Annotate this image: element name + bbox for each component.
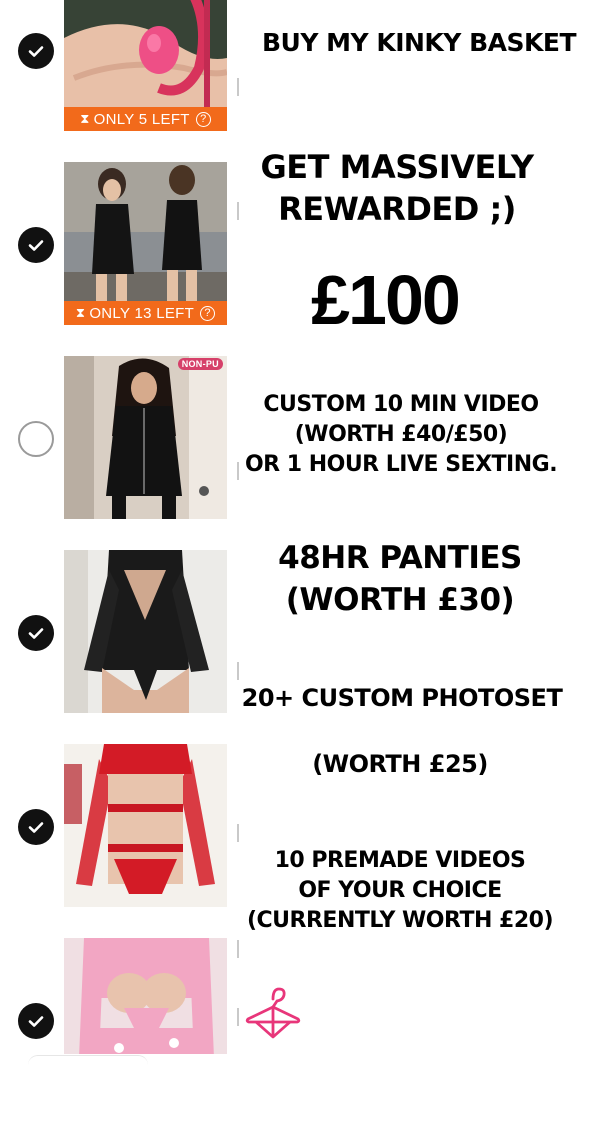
item-checkbox-unchecked[interactable] bbox=[18, 421, 54, 457]
reward-heading: GET MASSIVELY REWARDED ;) bbox=[232, 146, 562, 230]
premade-videos-text: 10 PREMADE VIDEOS OF YOUR CHOICE (CURREN… bbox=[230, 846, 570, 936]
help-icon[interactable]: ? bbox=[200, 305, 216, 321]
item-checkbox-checked[interactable] bbox=[18, 1003, 54, 1039]
item-image[interactable]: ⧗ ONLY 13 LEFT ? bbox=[64, 162, 227, 325]
item-checkbox-checked[interactable] bbox=[18, 227, 54, 263]
overlay-title: BUY MY KINKY BASKET bbox=[261, 28, 577, 57]
black-lace-bodysuit-photo bbox=[64, 550, 227, 713]
custom-video-text: CUSTOM 10 MIN VIDEO (WORTH £40/£50) OR 1… bbox=[234, 390, 568, 480]
item-checkbox-checked[interactable] bbox=[18, 809, 54, 845]
divider bbox=[237, 940, 239, 958]
item-image[interactable]: ⧗ ONLY 5 LEFT ? bbox=[64, 0, 227, 131]
stock-label: ONLY 5 LEFT bbox=[93, 110, 190, 128]
stock-badge: ⧗ ONLY 5 LEFT ? bbox=[64, 107, 227, 131]
premade-line: OF YOUR CHOICE bbox=[298, 878, 502, 903]
hourglass-icon: ⧗ bbox=[75, 305, 86, 320]
item-image[interactable] bbox=[64, 744, 227, 907]
checkmark-icon bbox=[28, 1016, 44, 1027]
basket-item-1[interactable]: ⧗ ONLY 5 LEFT ? bbox=[0, 0, 600, 162]
photoset-text: 20+ CUSTOM PHOTOSET bbox=[241, 684, 563, 712]
price-text: £100 bbox=[311, 261, 461, 339]
reward-line: GET MASSIVELY bbox=[260, 148, 534, 186]
hourglass-icon: ⧗ bbox=[80, 111, 90, 126]
divider bbox=[237, 662, 239, 680]
checkmark-icon bbox=[28, 822, 44, 833]
divider bbox=[237, 1008, 239, 1026]
item-image[interactable] bbox=[64, 938, 227, 1054]
item-checkbox-checked[interactable] bbox=[18, 615, 54, 651]
premade-line: (CURRENTLY WORTH £20) bbox=[246, 908, 554, 933]
divider bbox=[237, 78, 239, 96]
item-checkbox-checked[interactable] bbox=[18, 33, 54, 69]
hanger-icon bbox=[245, 987, 301, 1039]
checkmark-icon bbox=[28, 240, 44, 251]
reward-line: REWARDED ;) bbox=[278, 190, 516, 228]
black-zip-bodysuit-photo bbox=[64, 356, 227, 519]
divider bbox=[237, 824, 239, 842]
checkmark-icon bbox=[28, 628, 44, 639]
panties-text: 48HR PANTIES (WORTH £30) bbox=[250, 537, 550, 621]
item-image[interactable]: NON-PU bbox=[64, 356, 227, 519]
custom-line: OR 1 HOUR LIVE SEXTING. bbox=[244, 452, 558, 477]
stock-badge: ⧗ ONLY 13 LEFT ? bbox=[64, 301, 227, 325]
custom-line: (WORTH £40/£50) bbox=[294, 422, 508, 447]
panties-line: 48HR PANTIES bbox=[278, 540, 522, 576]
pink-print-lingerie-photo bbox=[64, 938, 227, 1054]
stock-label: ONLY 13 LEFT bbox=[89, 304, 195, 322]
panties-line: (WORTH £30) bbox=[285, 582, 515, 618]
help-icon[interactable]: ? bbox=[195, 111, 211, 127]
red-mesh-lingerie-photo bbox=[64, 744, 227, 907]
photoset-worth-text: (WORTH £25) bbox=[312, 750, 488, 778]
custom-line: CUSTOM 10 MIN VIDEO bbox=[263, 392, 539, 417]
premade-line: 10 PREMADE VIDEOS bbox=[274, 848, 526, 873]
item-image[interactable] bbox=[64, 550, 227, 713]
bottom-price-peek bbox=[28, 1055, 148, 1068]
material-badge: NON-PU bbox=[177, 358, 223, 370]
checkmark-icon bbox=[28, 46, 44, 57]
